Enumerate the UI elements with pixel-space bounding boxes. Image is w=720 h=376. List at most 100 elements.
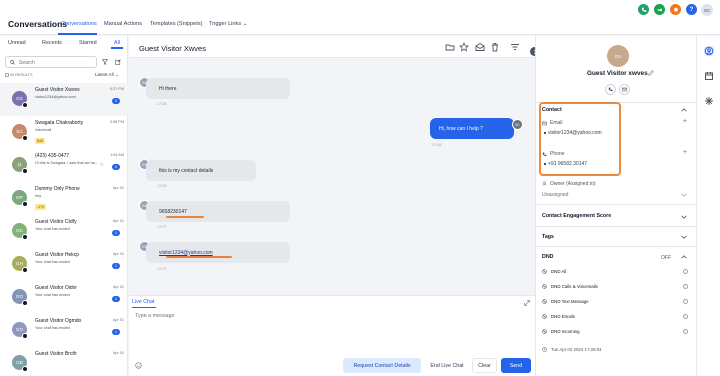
tab-live-chat[interactable]: Live Chat [132,299,154,305]
filter-lines-icon[interactable] [510,42,520,52]
star-icon[interactable]: ☆ [100,162,104,168]
conversation-time: Apr 01 [112,351,124,355]
conversation-item[interactable]: GB Guest Visitor Brcth Apr 01 [0,347,128,376]
message-input[interactable] [135,313,515,333]
emoji-icon[interactable] [135,362,142,369]
tab-trigger-links[interactable]: Trigger Links ⌄ [209,21,247,27]
message-bubble: 9658230147 [146,201,290,222]
conversation-item[interactable]: GH Guest Visitor Hekcp Your chat has ended… [0,248,128,281]
search-input[interactable] [19,59,89,66]
conversation-item[interactable]: GO Guest Visitor Oidvr Your chat has ended… [0,281,128,314]
results-count: 49 RESULTS [5,73,33,77]
send-button[interactable]: Send [501,358,531,373]
clear-button[interactable]: Clear [472,358,497,373]
divider [536,246,697,247]
filter-unread[interactable]: Unread [8,40,26,46]
chevron-down-icon[interactable] [681,192,687,198]
message-bubble: this is my contact details [146,160,256,181]
unread-count-badge: 1 [112,230,120,236]
conversation-time: Apr 01 [112,318,124,322]
message-time: 17:28 [157,102,167,106]
owner-select[interactable]: Unassigned [542,192,568,198]
filter-icon[interactable] [102,59,108,65]
phone-icon [542,152,547,157]
star-icon[interactable] [459,42,469,52]
call-button[interactable] [605,84,616,95]
select-all-checkbox[interactable] [5,73,9,77]
channel-icon [22,234,28,240]
email-button[interactable] [619,84,630,95]
conversation-preview: Hi this is Swagata, I saw that we ha... [35,161,98,165]
conversation-item[interactable]: (4 (423) 435-0477 Hi this is Swagata, I sa… [0,149,128,182]
conversation-name: Guest Visitor Xwves [35,87,80,93]
phone-icon [542,284,547,289]
sparkle-icon [705,97,713,105]
dnd-toggle[interactable] [683,329,688,334]
mail-icon [622,87,627,92]
conversation-item[interactable]: GC Guest Visitor Ctdfy Your chat has ended… [0,215,128,248]
bell-icon[interactable] [670,4,681,15]
message-bubble-outgoing: Hi, how can I help ? [430,118,514,139]
mark-read-icon[interactable] [475,42,485,52]
chevron-up-icon[interactable] [681,107,687,113]
dnd-state: OFF [661,255,671,261]
contact-name: Guest Visitor xwves [587,70,648,77]
add-phone-button[interactable]: + [683,149,687,156]
chevron-down-icon[interactable] [681,234,687,240]
active-tab-underline [58,33,97,35]
dnd-toggle[interactable] [683,299,688,304]
calendar-rail-button[interactable] [704,71,714,81]
phone-icon[interactable] [638,4,649,15]
user-icon [542,181,547,186]
tab-manual-actions[interactable]: Manual Actions [104,21,142,27]
phone-icon [608,87,613,92]
search-box[interactable] [5,56,97,68]
email-link[interactable]: visitor1234@yahoo.com [159,250,213,256]
edit-icon[interactable] [648,70,654,76]
phone-value[interactable]: +91 96582 30147 [548,161,587,167]
channel-icon [22,267,28,273]
conversation-item[interactable]: GO Guest Visitor Ogmdo Your chat has ended… [0,314,128,347]
request-contact-details-button[interactable]: Request Contact Details [343,358,421,373]
dnd-toggle[interactable] [683,284,688,289]
activity-rail-button[interactable] [704,96,714,106]
divider [536,204,697,205]
conversation-item[interactable]: DP Dummy Only Phone hey Apr 01 -170 [0,182,128,215]
bullet [544,163,546,165]
tags-section-title[interactable]: Tags [542,234,554,240]
add-email-button[interactable]: + [683,118,687,125]
tab-trigger-links-label: Trigger Links [209,21,242,27]
unread-count-badge: 1 [112,263,120,269]
megaphone-icon[interactable] [654,4,665,15]
filter-all[interactable]: All [114,40,120,46]
end-live-chat-button[interactable]: End Live Chat [425,358,469,373]
conversation-time: 3:58 PM [109,120,124,124]
trash-icon[interactable] [490,42,500,52]
channel-icon [22,201,28,207]
conversation-item[interactable]: GX Guest Visitor Xwves visitor1234@yahoo.c… [0,83,128,116]
expand-icon[interactable] [524,300,530,306]
chevron-up-icon[interactable] [681,254,687,260]
folder-icon[interactable] [445,42,455,52]
engagement-section-title[interactable]: Contact Engagement Score [542,213,611,219]
tab-templates[interactable]: Templates (Snippets) [150,21,203,27]
contact-rail-button[interactable] [704,46,714,56]
help-icon[interactable]: ? [686,4,697,15]
filter-recents[interactable]: Recents [42,40,62,46]
unread-count-badge: 1 [112,329,120,335]
account-avatar[interactable]: SC [701,4,713,16]
conversation-preview: visitor1234@yahoo.com [35,95,76,99]
email-value[interactable]: visitor1234@yahoo.com [548,130,602,136]
conversation-preview: Your chat has ended [35,227,70,231]
channel-icon [22,168,28,174]
tab-conversations[interactable]: Conversations [61,21,97,27]
conversation-item[interactable]: SC Swagata Chakraborty Voicemail 3:58 PM $48 [0,116,128,149]
filter-starred[interactable]: Starred [79,40,97,46]
sort-select[interactable]: Latest All ⌄ [95,72,119,78]
dnd-toggle[interactable] [683,314,688,319]
dnd-toggle[interactable] [683,269,688,274]
compose-icon[interactable] [115,59,121,65]
dnd-item-label: DND Calls & Voicemails [551,284,598,289]
clock-icon [542,347,547,352]
chevron-down-icon[interactable] [681,214,687,220]
